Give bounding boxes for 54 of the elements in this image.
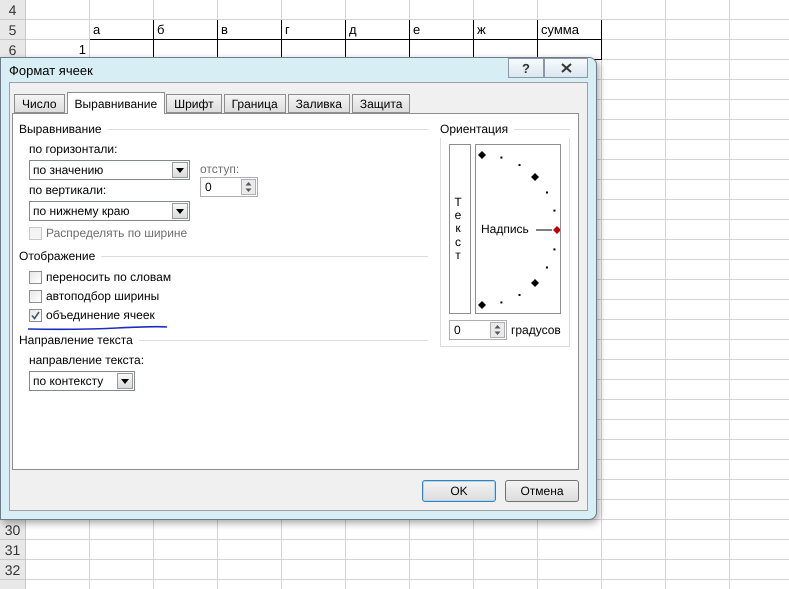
- table-cell: б: [154, 20, 218, 40]
- orientation-caption: Надпись: [481, 222, 529, 236]
- tab[interactable]: Число: [14, 94, 65, 113]
- group-title: Выравнивание: [19, 122, 102, 136]
- field-label: направление текста:: [29, 353, 146, 368]
- field-label: градусов: [511, 322, 561, 338]
- dialog-title: Формат ячеек: [9, 62, 93, 78]
- table-cell: в: [218, 20, 282, 40]
- table-cell: сумма: [538, 20, 602, 40]
- dialog-button[interactable]: Отмена: [505, 480, 579, 502]
- table-cell: ж: [474, 20, 538, 40]
- group-title: Отображение: [19, 249, 96, 263]
- checkbox-label: автоподбор ширины: [46, 289, 160, 304]
- checkbox-label: Распределять по ширине: [46, 226, 188, 241]
- caret-icon: [121, 378, 129, 384]
- checkbox-label: переносить по словам: [46, 270, 172, 285]
- dialog-button[interactable]: OK: [422, 480, 496, 502]
- checkbox[interactable]: [29, 271, 42, 284]
- table-cell: а: [90, 20, 154, 40]
- row-header: 5: [0, 20, 26, 40]
- table-cell: е: [410, 20, 474, 40]
- row-header: 30: [0, 520, 26, 540]
- close-button[interactable]: [544, 58, 588, 78]
- dropdown[interactable]: по нижнему краю: [29, 201, 190, 221]
- indent-spinner[interactable]: 0: [200, 177, 258, 197]
- tab[interactable]: Шрифт: [166, 94, 222, 113]
- tab[interactable]: Граница: [224, 94, 286, 113]
- row-header: 31: [0, 540, 26, 560]
- help-button[interactable]: ?: [508, 58, 544, 78]
- spinner-arrows[interactable]: [241, 179, 256, 195]
- spinner-arrows[interactable]: [490, 322, 505, 338]
- tab[interactable]: Заливка: [288, 94, 350, 113]
- caret-icon: [176, 168, 184, 172]
- tab[interactable]: Выравнивание: [66, 92, 166, 114]
- close-icon: [560, 63, 572, 73]
- table-cell-text: 1: [78, 41, 87, 59]
- checkbox[interactable]: [29, 290, 42, 303]
- checkbox[interactable]: [29, 309, 42, 322]
- dropdown[interactable]: по контексту: [29, 371, 135, 391]
- table-cell: д: [346, 20, 410, 40]
- tab[interactable]: Защита: [352, 94, 410, 113]
- checkbox-label: объединение ячеек: [46, 308, 155, 323]
- row-header: 32: [0, 560, 26, 580]
- caret-icon: [176, 208, 184, 214]
- row-header: 4: [0, 0, 26, 20]
- group-title: Направление текста: [19, 333, 133, 347]
- field-label: по вертикали:: [29, 183, 108, 198]
- group-title: Ориентация: [440, 122, 508, 136]
- degrees-spinner[interactable]: 0: [449, 320, 507, 340]
- field-label: по горизонтали:: [29, 142, 118, 157]
- table-cell: г: [282, 20, 346, 40]
- vertical-text-toggle[interactable]: Текст: [449, 144, 471, 314]
- dropdown[interactable]: по значению: [29, 160, 190, 180]
- field-label: отступ:: [200, 162, 240, 177]
